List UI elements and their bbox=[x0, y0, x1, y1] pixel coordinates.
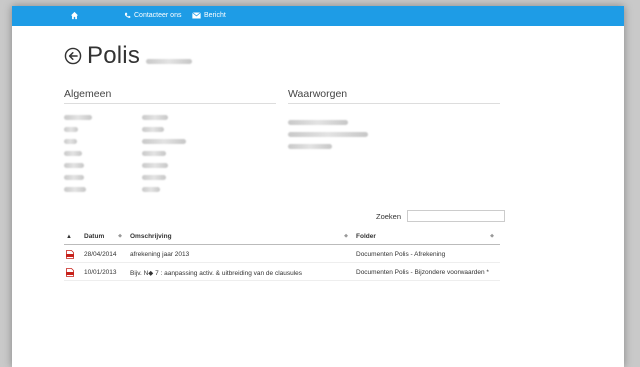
section-algemeen: Algemeen bbox=[64, 88, 276, 104]
redacted-value bbox=[142, 163, 168, 168]
home-icon[interactable] bbox=[70, 11, 79, 20]
redacted-value bbox=[142, 151, 166, 156]
row-folder: Documenten Polis - Afrekening bbox=[354, 244, 500, 263]
row-folder: Documenten Polis - Bijzondere voorwaarde… bbox=[354, 262, 500, 281]
redacted-coverage bbox=[288, 132, 368, 137]
sort-icon: ◆ bbox=[490, 233, 494, 239]
contact-link[interactable]: Contacteer ons bbox=[124, 12, 181, 19]
icon-column-header[interactable]: ▲ bbox=[64, 230, 82, 245]
message-link[interactable]: Bericht bbox=[192, 12, 226, 19]
sort-asc-icon: ▲ bbox=[66, 234, 72, 240]
sort-icon: ◆ bbox=[344, 233, 348, 239]
envelope-icon bbox=[192, 12, 201, 19]
section-waarborgen: Waarworgen bbox=[288, 88, 500, 104]
message-label: Bericht bbox=[204, 12, 226, 19]
table-row[interactable]: 10/01/2013 Bijv. N◆ 7 : aanpassing activ… bbox=[64, 262, 500, 281]
search-input[interactable] bbox=[407, 210, 506, 222]
search-label: Zoeken bbox=[376, 211, 402, 221]
coverage-item bbox=[288, 136, 368, 149]
redacted-value bbox=[142, 187, 160, 192]
redacted-value bbox=[142, 115, 168, 120]
documents-table: ▲ Datum ◆ Omschrijving ◆ Folder ◆ 28/04/201… bbox=[64, 230, 500, 281]
redacted-label bbox=[64, 151, 82, 156]
back-arrow-icon[interactable] bbox=[64, 47, 82, 65]
row-datum: 10/01/2013 bbox=[82, 262, 128, 281]
redacted-label bbox=[64, 187, 86, 192]
phone-icon bbox=[124, 12, 131, 19]
contact-label: Contacteer ons bbox=[134, 12, 182, 19]
sort-icon: ◆ bbox=[118, 233, 122, 239]
redacted-value bbox=[142, 127, 164, 132]
column-header-folder[interactable]: Folder ◆ bbox=[354, 230, 500, 245]
redacted-coverage bbox=[288, 120, 348, 125]
coverage-item bbox=[288, 124, 368, 137]
search-box: Zoeken bbox=[376, 210, 506, 222]
redacted-label bbox=[64, 115, 92, 120]
redacted-label bbox=[64, 139, 77, 144]
redacted-label bbox=[64, 175, 84, 180]
coverage-item bbox=[288, 112, 368, 125]
redacted-policy-number bbox=[146, 58, 193, 64]
column-header-omschrijving[interactable]: Omschrijving ◆ bbox=[128, 230, 354, 245]
row-omschrijving[interactable]: afrekening jaar 2013 bbox=[128, 244, 354, 263]
table-row[interactable]: 28/04/2014 afrekening jaar 2013 Document… bbox=[64, 244, 500, 263]
redacted-label bbox=[64, 163, 84, 168]
page-header: Polis bbox=[64, 42, 193, 70]
row-omschrijving[interactable]: Bijv. N◆ 7 : aanpassing activ. & uitbrei… bbox=[128, 262, 354, 281]
column-header-datum[interactable]: Datum ◆ bbox=[82, 230, 128, 245]
redacted-value bbox=[142, 139, 186, 144]
page-title: Polis bbox=[87, 42, 141, 69]
top-navbar: Contacteer ons Bericht bbox=[12, 6, 624, 26]
redacted-label bbox=[64, 127, 78, 132]
redacted-value bbox=[142, 175, 166, 180]
pdf-icon[interactable] bbox=[64, 244, 82, 263]
page: Contacteer ons Bericht Polis Algemeen Wa… bbox=[12, 6, 624, 367]
table-header-row: ▲ Datum ◆ Omschrijving ◆ Folder ◆ bbox=[64, 230, 500, 245]
coverage-list bbox=[288, 112, 368, 149]
redacted-coverage bbox=[288, 144, 332, 149]
pdf-icon[interactable] bbox=[64, 262, 82, 281]
row-datum: 28/04/2014 bbox=[82, 244, 128, 263]
